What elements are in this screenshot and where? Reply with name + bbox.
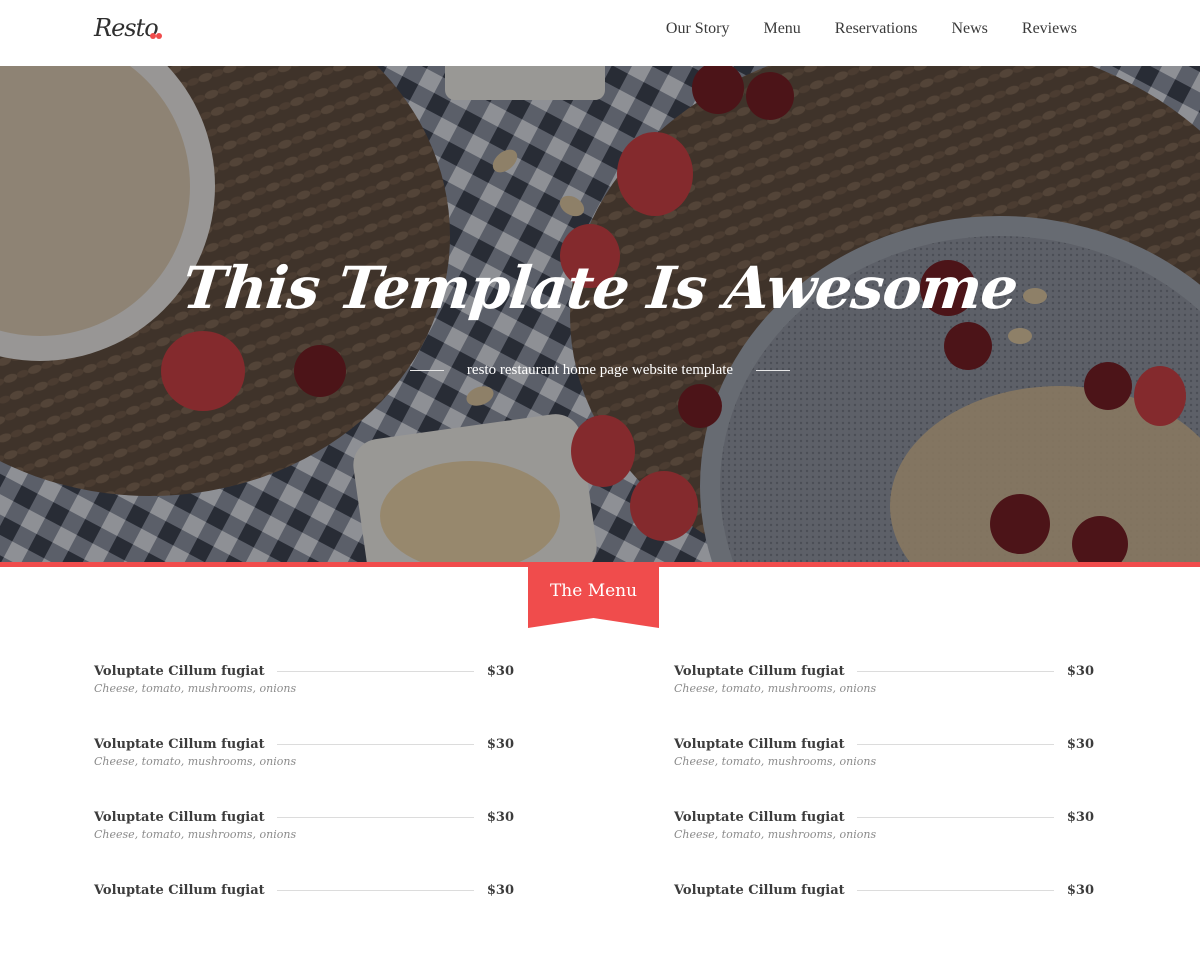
- menu-item: Voluptate Cillum fugiat $30 Cheese, toma…: [674, 808, 1094, 881]
- menu-item-name: Voluptate Cillum fugiat: [674, 882, 845, 898]
- menu-section-title: The Menu: [549, 581, 638, 601]
- hero-subtitle-row: resto restaurant home page website templ…: [0, 362, 1200, 379]
- menu-item-leader-line: [856, 670, 1054, 672]
- menu-item-price: $30: [1066, 809, 1094, 825]
- menu-item: Voluptate Cillum fugiat $30 Cheese, toma…: [674, 662, 1094, 735]
- menu-item: Voluptate Cillum fugiat $30 Cheese, toma…: [94, 735, 514, 808]
- menu-item-leader-line: [276, 743, 474, 745]
- menu-item-name: Voluptate Cillum fugiat: [94, 809, 265, 825]
- menu-item: Voluptate Cillum fugiat $30: [674, 881, 1094, 954]
- menu-item-description: Cheese, tomato, mushrooms, onions: [674, 828, 877, 841]
- hero-subtitle: resto restaurant home page website templ…: [466, 362, 734, 378]
- menu-section-ribbon: The Menu: [528, 567, 659, 628]
- menu-item-price: $30: [486, 736, 514, 752]
- menu-item-price: $30: [486, 882, 514, 898]
- menu-item-description: Cheese, tomato, mushrooms, onions: [94, 828, 297, 841]
- logo-dot: [156, 33, 162, 39]
- menu-column-left: Voluptate Cillum fugiat $30 Cheese, toma…: [94, 662, 514, 954]
- menu-item-leader-line: [276, 889, 474, 891]
- menu-item-name: Voluptate Cillum fugiat: [94, 663, 265, 679]
- menu-item-name: Voluptate Cillum fugiat: [674, 663, 845, 679]
- subtitle-divider-left: [409, 370, 444, 371]
- menu-item: Voluptate Cillum fugiat $30 Cheese, toma…: [674, 735, 1094, 808]
- menu-item: Voluptate Cillum fugiat $30 Cheese, toma…: [94, 662, 514, 735]
- menu-item-name: Voluptate Cillum fugiat: [674, 736, 845, 752]
- nav-news[interactable]: News: [951, 20, 987, 38]
- nav-reservations[interactable]: Reservations: [835, 20, 918, 38]
- menu-item-name: Voluptate Cillum fugiat: [674, 809, 845, 825]
- menu-item-description: Cheese, tomato, mushrooms, onions: [674, 755, 877, 768]
- menu-item-leader-line: [276, 670, 474, 672]
- menu-item-description: Cheese, tomato, mushrooms, onions: [94, 755, 297, 768]
- menu-item-price: $30: [1066, 882, 1094, 898]
- menu-item-price: $30: [1066, 736, 1094, 752]
- menu-item-name: Voluptate Cillum fugiat: [94, 736, 265, 752]
- menu-item-price: $30: [486, 663, 514, 679]
- nav-reviews[interactable]: Reviews: [1022, 20, 1077, 38]
- menu-item-price: $30: [1066, 663, 1094, 679]
- menu-item-description: Cheese, tomato, mushrooms, onions: [674, 682, 877, 695]
- menu-item-name: Voluptate Cillum fugiat: [94, 882, 265, 898]
- site-logo[interactable]: Resto: [94, 14, 159, 42]
- menu-item: Voluptate Cillum fugiat $30: [94, 881, 514, 954]
- subtitle-divider-right: [756, 370, 791, 371]
- nav-our-story[interactable]: Our Story: [666, 20, 730, 38]
- menu-item-description: Cheese, tomato, mushrooms, onions: [94, 682, 297, 695]
- hero-title: This Template Is Awesome: [179, 254, 1021, 322]
- hero-banner: This Template Is Awesome resto restauran…: [0, 66, 1200, 562]
- menu-item-leader-line: [856, 816, 1054, 818]
- menu-item: Voluptate Cillum fugiat $30 Cheese, toma…: [94, 808, 514, 881]
- site-header: Resto Our Story Menu Reservations News R…: [0, 0, 1200, 66]
- logo-dots: [150, 33, 164, 39]
- nav-menu[interactable]: Menu: [763, 20, 800, 38]
- menu-item-leader-line: [856, 743, 1054, 745]
- menu-column-right: Voluptate Cillum fugiat $30 Cheese, toma…: [674, 662, 1094, 954]
- main-nav: Our Story Menu Reservations News Reviews: [632, 20, 1077, 38]
- menu-item-price: $30: [486, 809, 514, 825]
- menu-item-leader-line: [856, 889, 1054, 891]
- menu-item-leader-line: [276, 816, 474, 818]
